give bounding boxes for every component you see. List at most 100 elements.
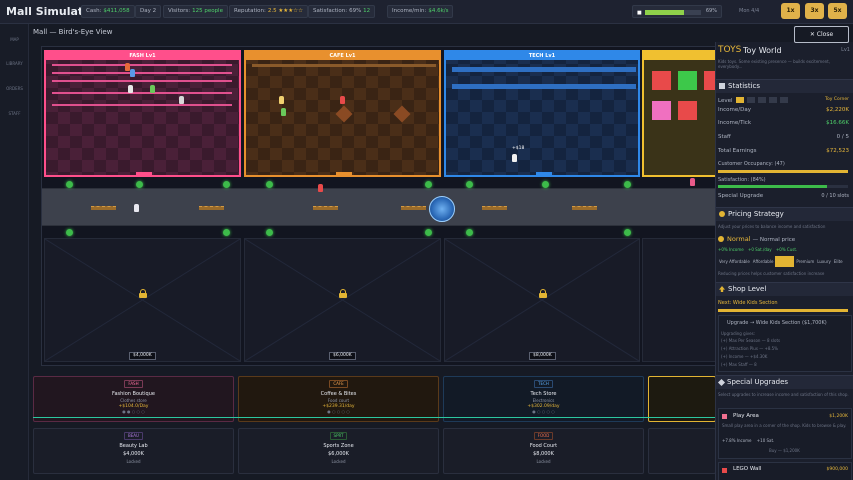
upgrade-line: (+) Income — +$4.30K <box>721 354 768 359</box>
card-sub: Clothes store <box>120 398 147 403</box>
coin-icon <box>719 211 725 217</box>
speed-1x-button[interactable]: 1x <box>781 3 800 19</box>
empty-lot[interactable] <box>642 238 715 362</box>
speed-5x-button[interactable]: 5x <box>828 3 847 19</box>
empty-lot[interactable]: $4,000K <box>44 238 241 362</box>
upgrade-line: (+) Max Staff — 8 <box>721 362 757 367</box>
card-sub: Food court <box>327 398 350 403</box>
door-marker <box>266 229 273 236</box>
shop-level: Lv1 <box>841 47 850 53</box>
tech-shelf <box>452 84 636 89</box>
empty-lot[interactable]: $8,000K <box>444 238 640 362</box>
nav-staff[interactable]: STAFF <box>0 111 29 116</box>
card-tag: BEAU <box>124 432 143 440</box>
shop-detail-panel: TOYS Toy World Lv1 Kids toys. Some exist… <box>715 42 853 480</box>
satisfaction-value: 69% <box>349 8 362 14</box>
cafe-table <box>393 105 411 123</box>
lot-price: $8,000K <box>529 352 556 360</box>
staff-row: Staff 0 / 5 <box>718 134 849 140</box>
card-level-dots: ● ○ ○ ○ ○ <box>327 409 350 414</box>
cafe-table <box>335 105 353 123</box>
customer-sprite <box>128 85 133 93</box>
view-title: Mall — Bird's-Eye View <box>33 28 113 36</box>
shop-entrance <box>536 172 552 175</box>
shop-toys[interactable] <box>642 50 715 177</box>
price-option-very-affordable[interactable]: Very Affordable <box>718 259 751 264</box>
shop-card-tech[interactable]: TECH Tech Store Electronics +$302.09/day… <box>443 376 644 422</box>
shop-card-locked[interactable] <box>648 428 716 474</box>
card-status: Locked <box>331 459 346 464</box>
door-marker <box>66 229 73 236</box>
shop-card-toys[interactable] <box>648 376 716 422</box>
shop-card-cafe[interactable]: CAFE Coffee & Bites Food court +$239.31/… <box>238 376 439 422</box>
price-option-premium[interactable]: Premium <box>795 259 815 264</box>
shop-level-header: Shop Level <box>716 282 853 296</box>
day-stat: Day 2 <box>135 5 162 18</box>
buy-upgrade-button[interactable]: Buy — $1,200K <box>769 448 800 453</box>
toy-display <box>678 71 697 90</box>
card-tag: CAFE <box>329 380 348 388</box>
door-marker <box>136 181 143 188</box>
satisfaction-row: Satisfaction: (84%) <box>718 177 766 183</box>
lot-cross <box>445 239 639 361</box>
income-value: $4.6k/s <box>428 8 449 14</box>
empty-lot[interactable]: $6,000K <box>244 238 441 362</box>
upgrade-item-play-area[interactable]: Play Area $1,200K Small play area in a c… <box>718 408 852 459</box>
progress-track <box>645 10 701 15</box>
reputation-stat: Reputation: 2.5 ★★★☆☆ <box>229 5 309 18</box>
clothes-rack <box>52 64 232 66</box>
card-price: $6,000K <box>328 451 349 457</box>
fountain <box>429 196 455 222</box>
card-tag: TECH <box>534 380 553 388</box>
level-cell <box>769 97 778 103</box>
shop-fashion-title: FASH Lv1 <box>46 52 239 60</box>
nav-library[interactable]: LIBRARY <box>0 61 29 66</box>
statistics-header: Statistics <box>716 79 853 93</box>
upgrade-line: (+) Max Per Season — 8 slots <box>721 338 781 343</box>
upgrade-level-button[interactable]: Upgrade → Wide Kids Section ($1,700K) Up… <box>718 315 852 372</box>
income-day-row: Income/Day $2,220K <box>718 107 849 113</box>
progress-pct: 69% <box>705 8 717 14</box>
door-marker <box>624 229 631 236</box>
customer-sprite <box>281 108 286 116</box>
bench <box>401 206 426 210</box>
bench <box>482 206 507 210</box>
price-option-luxury[interactable]: Luxury <box>816 259 832 264</box>
close-label: Close <box>816 31 834 38</box>
shop-card-beauty[interactable]: BEAU Beauty Lab $4,000K Locked <box>33 428 234 474</box>
lot-cross <box>45 239 240 361</box>
price-option-normal[interactable] <box>775 256 795 267</box>
card-tag: SPRT <box>329 432 348 440</box>
card-status: Locked <box>126 459 141 464</box>
pricing-header: Pricing Strategy <box>716 207 853 221</box>
price-option-affordable[interactable]: Affordable <box>752 259 775 264</box>
cash-value: $411,058 <box>103 8 130 14</box>
price-option-elite[interactable]: Elite <box>833 259 844 264</box>
customer-sprite <box>134 204 139 212</box>
shop-card-sports[interactable]: SPRT Sports Zone $6,000K Locked <box>238 428 439 474</box>
upgrade-item-lego-wall[interactable]: LEGO Wall $900,000 <box>718 462 852 480</box>
speed-3x-button[interactable]: 3x <box>805 3 824 19</box>
shop-card-food[interactable]: FOOD Food Court $8,000K Locked <box>443 428 644 474</box>
nav-map[interactable]: MAP <box>0 37 29 42</box>
shop-fashion[interactable]: FASH Lv1 <box>44 50 241 177</box>
progress-icon: ■ <box>637 10 642 16</box>
level-up-icon <box>719 286 725 292</box>
shop-cafe[interactable]: CAFE Lv1 <box>244 50 441 177</box>
income-tick-row: Income/Tick $16.66K <box>718 120 849 126</box>
left-nav: MAP LIBRARY ORDERS STAFF <box>0 24 29 480</box>
nav-orders[interactable]: ORDERS <box>0 86 29 91</box>
customer-sprite <box>512 154 517 162</box>
day-progress: ■ 69% <box>632 5 722 18</box>
shop-card-fashion[interactable]: FASH Fashion Boutique Clothes store +$10… <box>33 376 234 422</box>
customer-sprite <box>130 69 135 77</box>
lego-icon <box>722 468 727 473</box>
cash-stat: Cash: $411,058 <box>81 5 135 18</box>
bench <box>91 206 116 210</box>
play-area-icon <box>722 414 727 419</box>
shop-tech[interactable]: TECH Lv1 +$18 <box>444 50 640 177</box>
pricing-current: Normal — Normal price <box>718 235 849 243</box>
pricing-effects: +0% Income +0 Sat./day +0% Cust. <box>718 247 798 252</box>
mall-map: FASH Lv1 CAFE Lv1 TECH Lv1 +$18 $4,000K … <box>41 46 716 366</box>
close-button[interactable]: ✕ Close <box>794 26 849 43</box>
